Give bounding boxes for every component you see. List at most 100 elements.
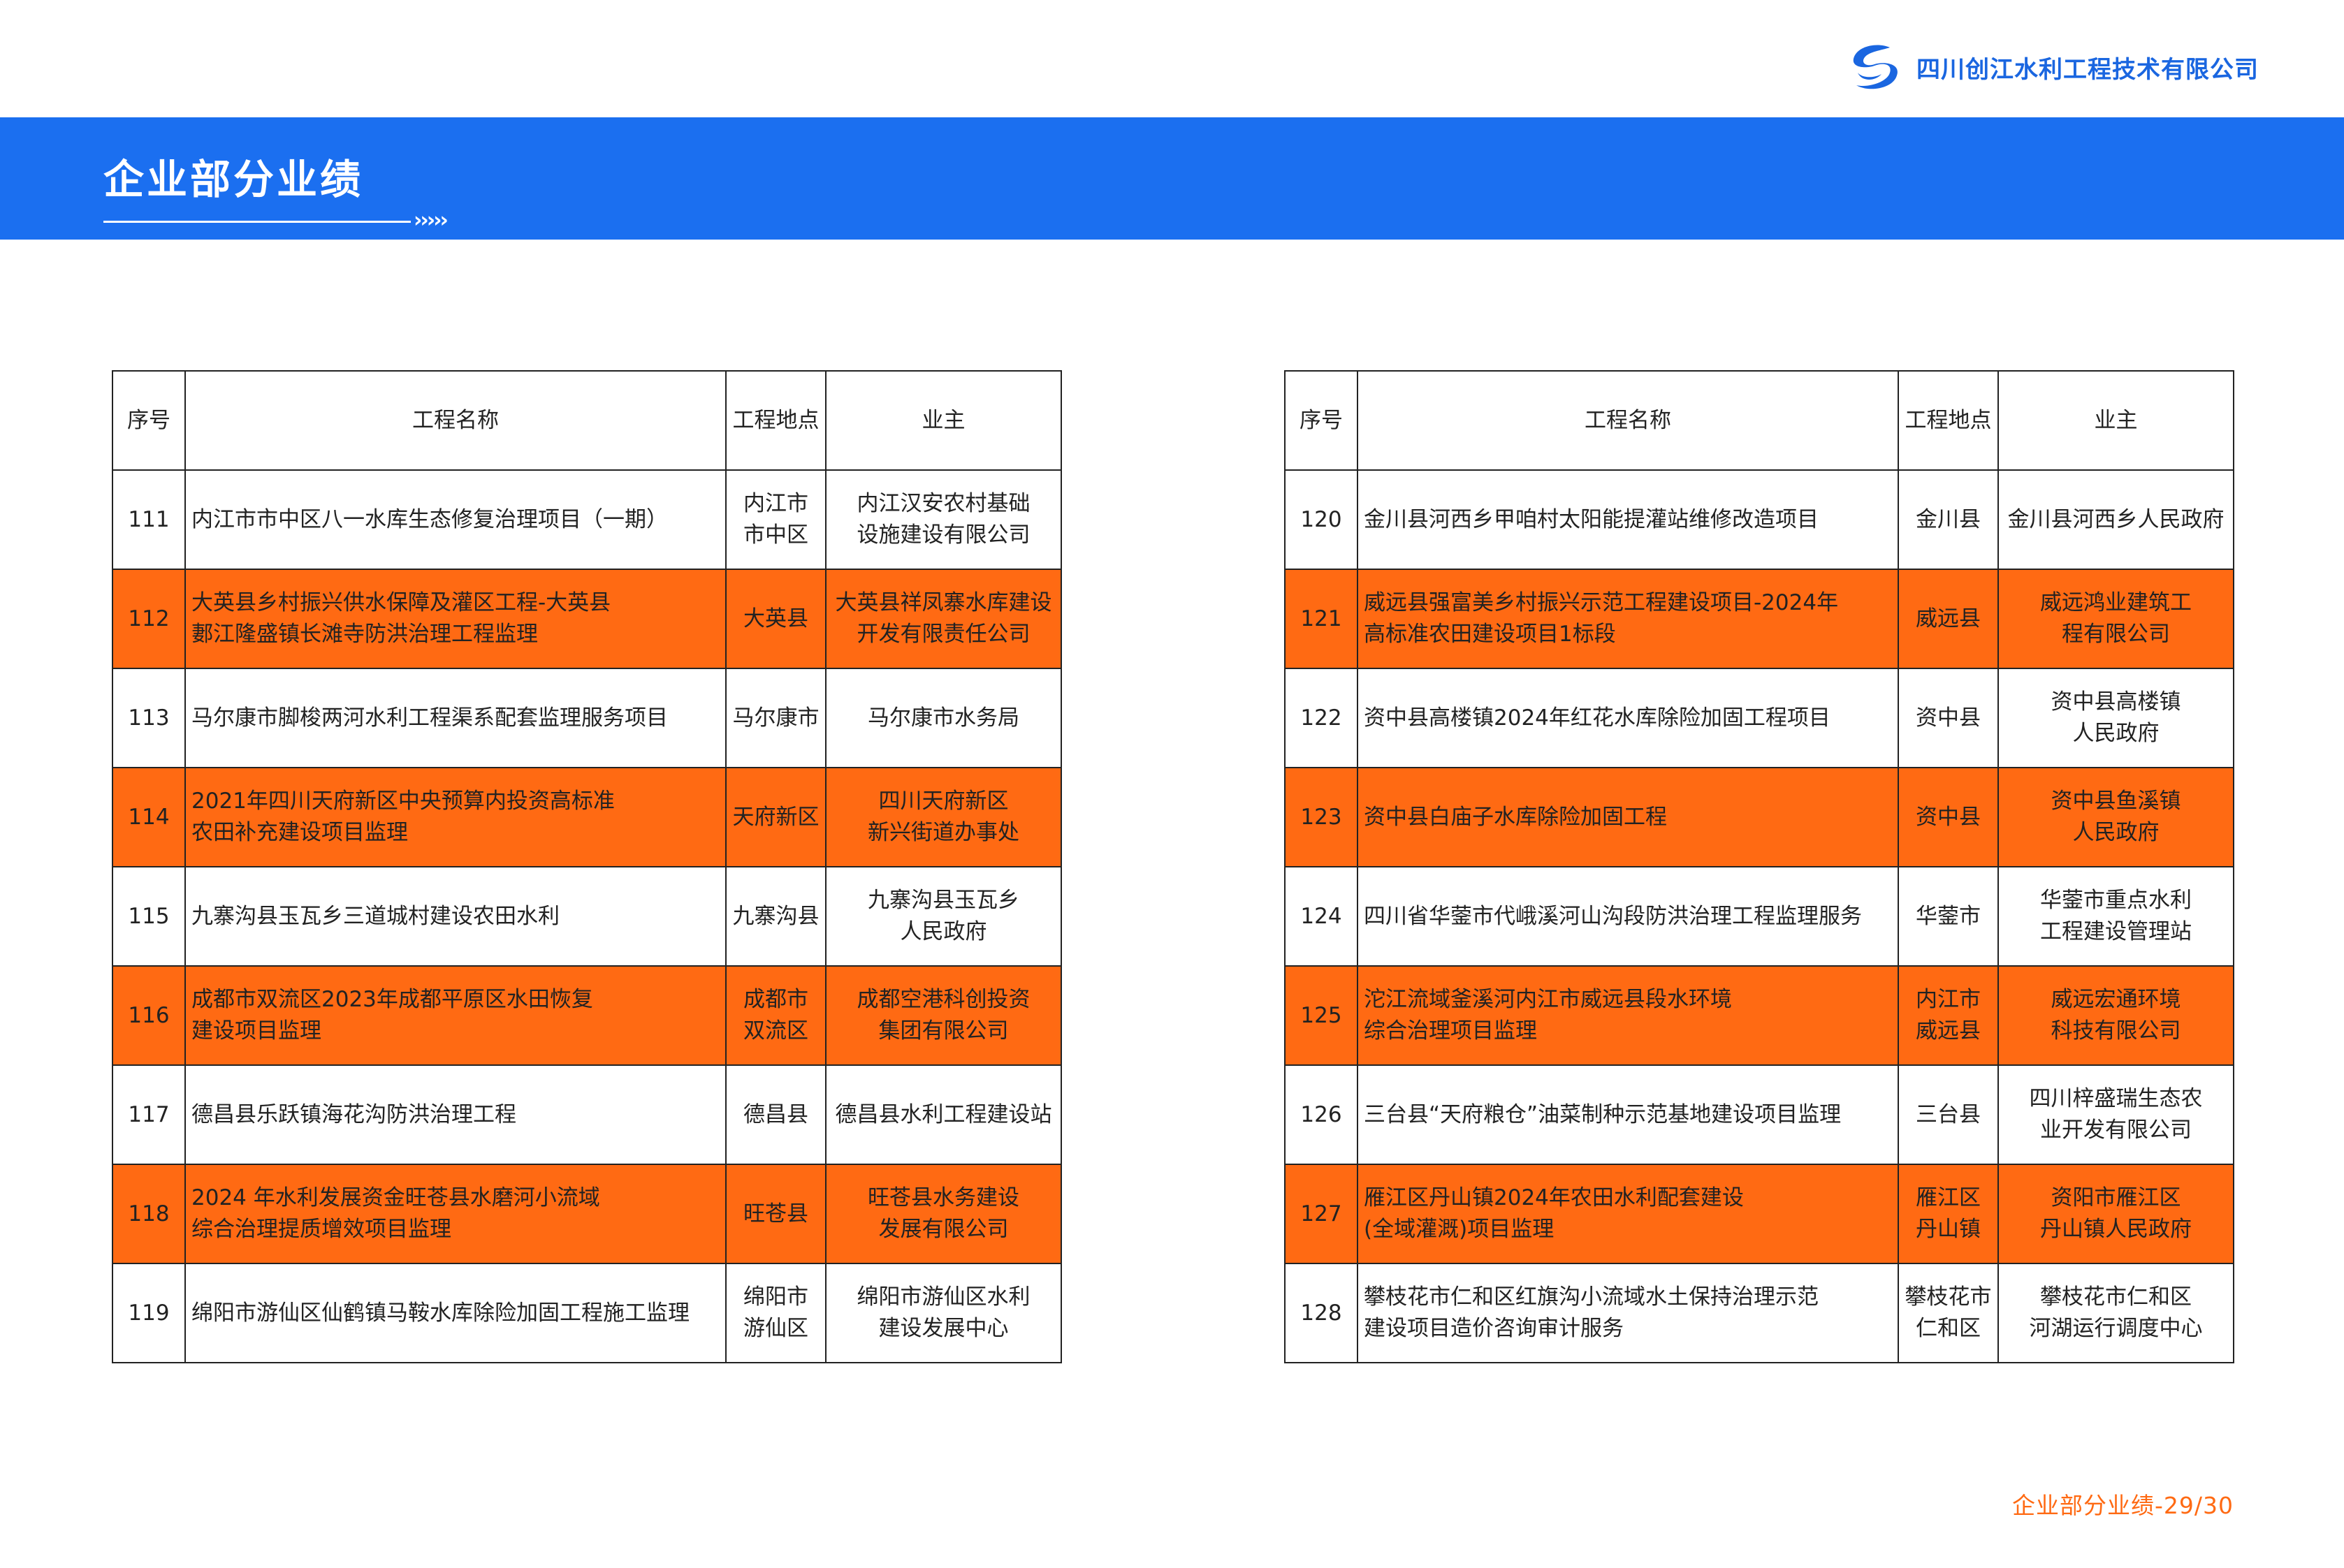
table-row: 114 2021年四川天府新区中央预算内投资高标准 农田补充建设项目监理 天府新区 四川… [112,767,1062,867]
title-underline [103,221,411,223]
row-location: 九寨沟县 [725,866,827,967]
row-owner: 九寨沟县玉瓦乡 人民政府 [825,866,1062,967]
row-project-name: 四川省华蓥市代峨溪河山沟段防洪治理工程监理服务 [1357,866,1899,967]
row-number: 118 [112,1164,186,1264]
row-location: 金川县 [1898,469,1999,570]
row-project-name: 2021年四川天府新区中央预算内投资高标准 农田补充建设项目监理 [184,767,727,867]
chevrons-icon: ››››› [414,208,449,233]
row-project-name: 金川县河西乡甲咱村太阳能提灌站维修改造项目 [1357,469,1899,570]
table-row: 112 大英县乡村振兴供水保障及灌区工程-大英县 郪江隆盛镇长滩寺防洪治理工程监理大… [112,569,1062,669]
table-row: 119 绵阳市游仙区仙鹤镇马鞍水库除险加固工程施工监理 绵阳市 游仙区 绵阳市游仙区水利… [112,1263,1062,1363]
row-location: 资中县 [1898,767,1999,867]
row-owner: 金川县河西乡人民政府 [1997,469,2234,570]
table-row: 117 德昌县乐跃镇海花沟防洪治理工程 德昌县 德昌县水利工程建设站 [112,1064,1062,1165]
row-number: 124 [1284,866,1358,967]
row-number: 117 [112,1064,186,1165]
row-number: 119 [112,1263,186,1363]
table-row: 127 雁江区丹山镇2024年农田水利配套建设 (全域灌溉)项目监理 雁江区 丹山镇 资阳… [1284,1164,2234,1264]
row-owner: 威远宏通环境 科技有限公司 [1997,965,2234,1066]
company-logo: 四川创江水利工程技术有限公司 [1847,42,2259,92]
row-owner: 资中县鱼溪镇 人民政府 [1997,767,2234,867]
table-row: 111 内江市市中区八一水库生态修复治理项目（一期） 内江市 市中区 内江汉安农村基础设… [112,469,1062,570]
table-row: 118 2024 年水利发展资金旺苍县水磨河小流域 综合治理提质增效项目监理 旺苍县旺… [112,1164,1062,1264]
row-location: 攀枝花市 仁和区 [1898,1263,1999,1363]
table-body-left: 111 内江市市中区八一水库生态修复治理项目（一期） 内江市 市中区 内江汉安农村基础设… [112,469,1062,1363]
table-row: 123 资中县白庙子水库除险加固工程 资中县 资中县鱼溪镇 人民政府 [1284,767,2234,867]
row-number: 116 [112,965,186,1066]
row-owner: 攀枝花市仁和区 河湖运行调度中心 [1997,1263,2234,1363]
table-row: 124 四川省华蓥市代峨溪河山沟段防洪治理工程监理服务 华蓥市 华蓥市重点水利 工程建设… [1284,866,2234,967]
row-number: 125 [1284,965,1358,1066]
row-owner: 绵阳市游仙区水利 建设发展中心 [825,1263,1062,1363]
row-project-name: 德昌县乐跃镇海花沟防洪治理工程 [184,1064,727,1165]
row-location: 成都市 双流区 [725,965,827,1066]
page-footer: 企业部分业绩-29/30 [2011,1492,2234,1519]
row-project-name: 成都市双流区2023年成都平原区水田恢复 建设项目监理 [184,965,727,1066]
company-logo-icon [1853,45,1898,89]
row-owner: 资阳市雁江区 丹山镇人民政府 [1997,1164,2234,1264]
table-body-right: 120 金川县河西乡甲咱村太阳能提灌站维修改造项目 金川县 金川县河西乡人民政府 121… [1284,469,2234,1363]
table-row: 126 三台县“天府粮仓”油菜制种示范基地建设项目监理 三台县 四川梓盛瑞生态农 业开发… [1284,1064,2234,1165]
row-location: 德昌县 [725,1064,827,1165]
company-name: 四川创江水利工程技术有限公司 [1916,55,2259,84]
row-owner: 内江汉安农村基础 设施建设有限公司 [825,469,1062,570]
table-row: 128 攀枝花市仁和区红旗沟小流域水土保持治理示范 建设项目造价咨询审计服务 攀枝花市… [1284,1263,2234,1363]
table-row: 120 金川县河西乡甲咱村太阳能提灌站维修改造项目 金川县 金川县河西乡人民政府 [1284,469,2234,570]
col-header-owner: 业主 [1997,370,2234,471]
row-location: 雁江区 丹山镇 [1898,1164,1999,1264]
row-number: 122 [1284,668,1358,768]
row-project-name: 三台县“天府粮仓”油菜制种示范基地建设项目监理 [1357,1064,1899,1165]
table-row: 121 威远县强富美乡村振兴示范工程建设项目-2024年 高标准农田建设项目1标段威… [1284,569,2234,669]
table-row: 113 马尔康市脚梭两河水利工程渠系配套监理服务项目 马尔康市 马尔康市水务局 [112,668,1062,768]
col-header-number: 序号 [112,370,186,471]
col-header-owner: 业主 [825,370,1062,471]
table-row: 125 沱江流域釜溪河内江市威远县段水环境 综合治理项目监理 内江市 威远县 威远宏通环境… [1284,965,2234,1066]
row-project-name: 攀枝花市仁和区红旗沟小流域水土保持治理示范 建设项目造价咨询审计服务 [1357,1263,1899,1363]
row-project-name: 内江市市中区八一水库生态修复治理项目（一期） [184,469,727,570]
row-owner: 成都空港科创投资 集团有限公司 [825,965,1062,1066]
row-number: 123 [1284,767,1358,867]
row-number: 121 [1284,569,1358,669]
table-row: 122 资中县高楼镇2024年红花水库除险加固工程项目 资中县 资中县高楼镇 人民政府 [1284,668,2234,768]
row-number: 128 [1284,1263,1358,1363]
section-banner: 企业部分业绩 ››››› [0,117,2344,240]
row-owner: 四川天府新区 新兴街道办事处 [825,767,1062,867]
row-number: 113 [112,668,186,768]
row-number: 120 [1284,469,1358,570]
row-location: 华蓥市 [1898,866,1999,967]
row-location: 三台县 [1898,1064,1999,1165]
row-project-name: 大英县乡村振兴供水保障及灌区工程-大英县 郪江隆盛镇长滩寺防洪治理工程监理 [184,569,727,669]
row-owner: 威远鸿业建筑工 程有限公司 [1997,569,2234,669]
table-row: 116 成都市双流区2023年成都平原区水田恢复 建设项目监理 成都市 双流区 成都空港科… [112,965,1062,1066]
row-number: 111 [112,469,186,570]
col-header-project-name: 工程名称 [1357,370,1899,471]
row-location: 大英县 [725,569,827,669]
row-project-name: 威远县强富美乡村振兴示范工程建设项目-2024年 高标准农田建设项目1标段 [1357,569,1899,669]
row-location: 资中县 [1898,668,1999,768]
row-location: 天府新区 [725,767,827,867]
row-owner: 大英县祥凤寨水库建设 开发有限责任公司 [825,569,1062,669]
row-project-name: 沱江流域釜溪河内江市威远县段水环境 综合治理项目监理 [1357,965,1899,1066]
row-number: 112 [112,569,186,669]
row-number: 127 [1284,1164,1358,1264]
col-header-project-name: 工程名称 [184,370,727,471]
row-owner: 资中县高楼镇 人民政府 [1997,668,2234,768]
row-project-name: 绵阳市游仙区仙鹤镇马鞍水库除险加固工程施工监理 [184,1263,727,1363]
row-number: 114 [112,767,186,867]
row-project-name: 资中县白庙子水库除险加固工程 [1357,767,1899,867]
table-row: 115 九寨沟县玉瓦乡三道城村建设农田水利 九寨沟县 九寨沟县玉瓦乡 人民政府 [112,866,1062,967]
performance-table-right: 序号 工程名称 工程地点 业主 120 金川县河西乡甲咱村太阳能提灌站维修改造项目… [1284,370,2234,1363]
row-project-name: 雁江区丹山镇2024年农田水利配套建设 (全域灌溉)项目监理 [1357,1164,1899,1264]
row-owner: 德昌县水利工程建设站 [825,1064,1062,1165]
row-owner: 四川梓盛瑞生态农 业开发有限公司 [1997,1064,2234,1165]
table-header-row: 序号 工程名称 工程地点 业主 [1284,370,2234,471]
performance-table-left: 序号 工程名称 工程地点 业主 111 内江市市中区八一水库生态修复治理项目（一期… [112,370,1062,1363]
col-header-number: 序号 [1284,370,1358,471]
row-project-name: 2024 年水利发展资金旺苍县水磨河小流域 综合治理提质增效项目监理 [184,1164,727,1264]
row-project-name: 九寨沟县玉瓦乡三道城村建设农田水利 [184,866,727,967]
row-location: 威远县 [1898,569,1999,669]
row-owner: 马尔康市水务局 [825,668,1062,768]
col-header-location: 工程地点 [725,370,827,471]
row-owner: 旺苍县水务建设 发展有限公司 [825,1164,1062,1264]
row-location: 马尔康市 [725,668,827,768]
